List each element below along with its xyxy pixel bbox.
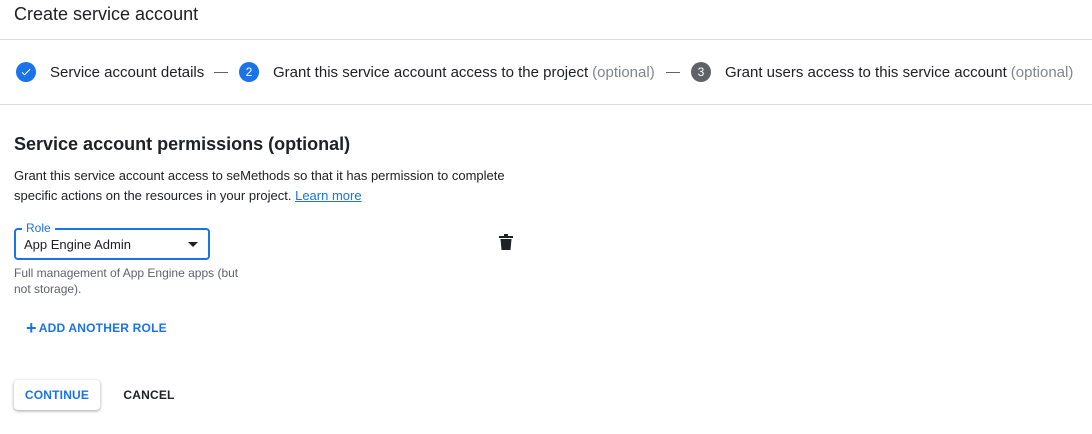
step-service-account-details[interactable]: Service account details — [16, 60, 204, 84]
step-connector — [214, 72, 228, 73]
continue-button[interactable]: CONTINUE — [14, 380, 100, 410]
step-grant-users-access[interactable]: 3 Grant users access to this service acc… — [691, 60, 1073, 84]
role-hint: Full management of App Engine apps (but … — [14, 266, 239, 296]
check-icon — [16, 62, 36, 82]
step-number-badge: 2 — [239, 62, 259, 82]
description-text: Grant this service account access to seM… — [14, 168, 505, 203]
page-title: Create service account — [14, 4, 199, 24]
step-connector — [666, 72, 680, 73]
role-selected-value: App Engine Admin — [24, 237, 131, 252]
step-optional-label: (optional) — [592, 63, 655, 81]
step-label: Grant this service account access to the… — [273, 63, 589, 81]
role-select[interactable]: Role App Engine Admin — [14, 221, 210, 260]
cancel-button[interactable]: CANCEL — [112, 380, 186, 410]
create-service-account-page: Create service account Service account d… — [0, 0, 1092, 434]
delete-role-button[interactable] — [496, 232, 516, 252]
step-optional-label: (optional) — [1010, 63, 1074, 81]
step-grant-project-access[interactable]: 2 Grant this service account access to t… — [239, 60, 655, 84]
step-label: Grant users access to this service accou… — [725, 63, 1007, 81]
add-role-label: ADD ANOTHER ROLE — [38, 321, 167, 335]
section-description: Grant this service account access to seM… — [14, 166, 524, 206]
add-another-role-button[interactable]: + ADD ANOTHER ROLE — [26, 318, 167, 338]
trash-icon — [499, 234, 513, 250]
dropdown-arrow-icon — [188, 242, 198, 247]
step-label: Service account details — [50, 63, 205, 81]
role-field-label: Role — [22, 221, 55, 235]
stepper: Service account details 2 Grant this ser… — [0, 40, 1092, 105]
plus-icon: + — [26, 318, 37, 338]
step-number-badge: 3 — [691, 62, 711, 82]
page-header: Create service account — [0, 0, 1092, 40]
learn-more-link[interactable]: Learn more — [295, 188, 361, 203]
section-title: Service account permissions (optional) — [14, 134, 351, 154]
